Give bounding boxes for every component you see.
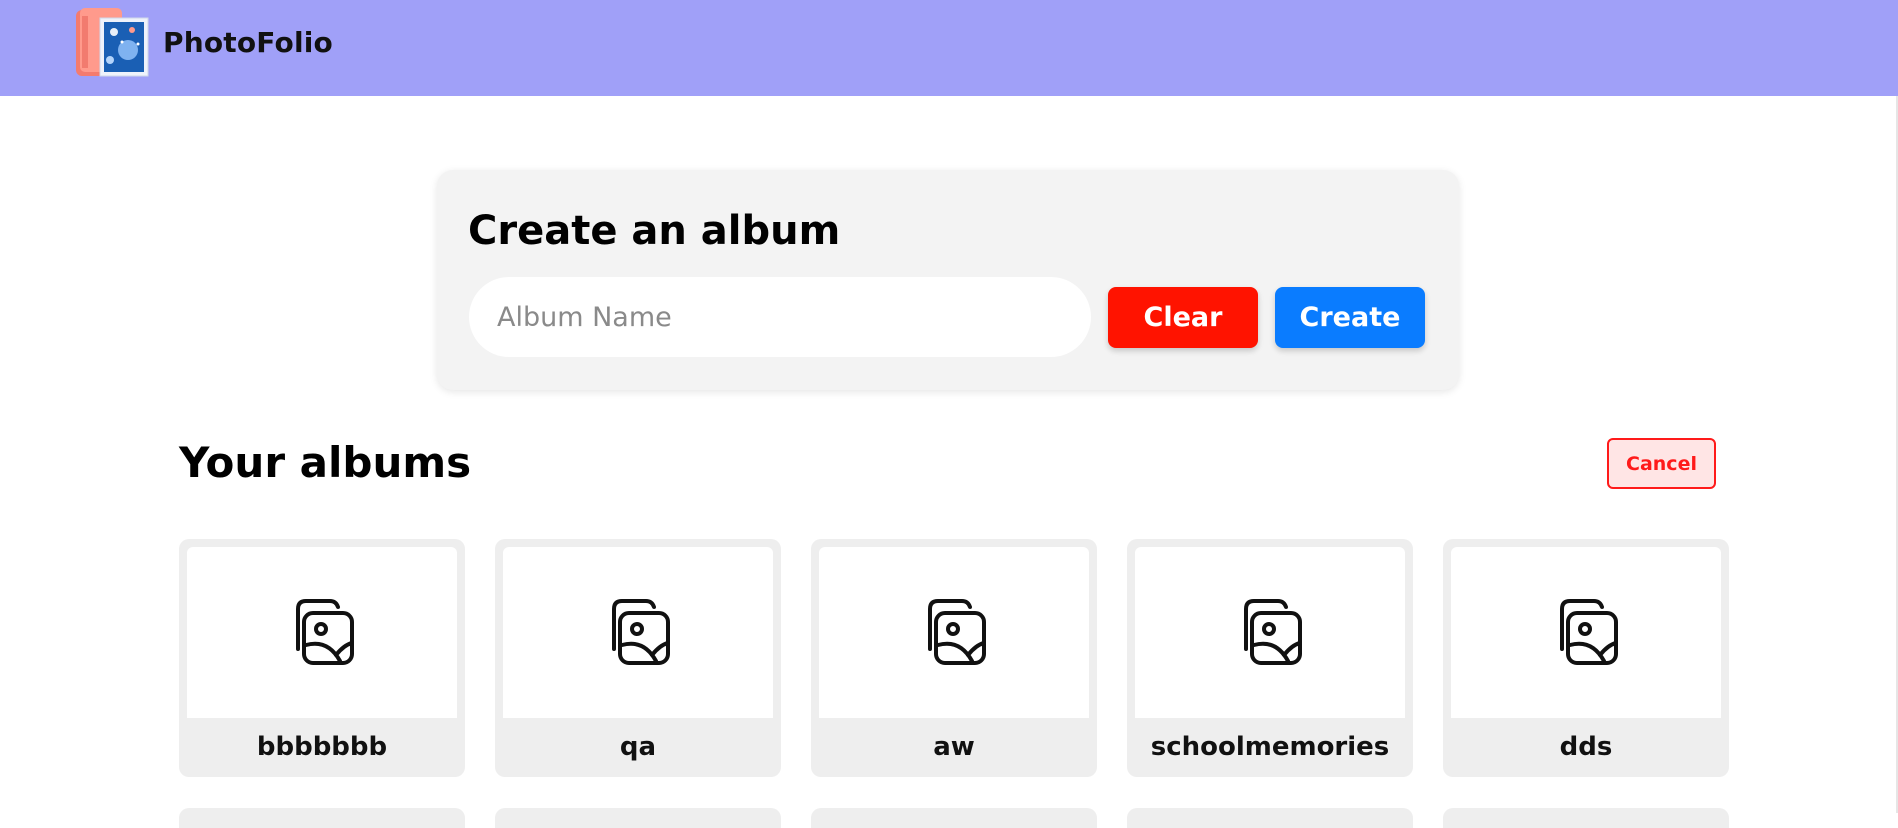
create-album-heading: Create an album <box>468 208 841 254</box>
album-name: aw <box>933 732 975 762</box>
album-card[interactable]: qa <box>495 539 781 777</box>
photo-album-logo-icon[interactable] <box>74 6 152 82</box>
album-thumbnail <box>1135 547 1405 718</box>
photos-gallery-icon <box>928 598 986 665</box>
photos-gallery-icon <box>1560 598 1618 665</box>
album-card-partial[interactable] <box>811 808 1097 828</box>
create-album-form: Create an album Clear Create <box>437 170 1459 390</box>
album-thumbnail <box>503 547 773 718</box>
album-card-partial[interactable] <box>495 808 781 828</box>
top-navbar: PhotoFolio <box>0 0 1898 96</box>
app-title: PhotoFolio <box>163 26 333 59</box>
photos-gallery-icon <box>1244 598 1302 665</box>
album-name: bbbbbbb <box>256 732 388 762</box>
album-name: qa <box>619 732 657 762</box>
clear-button[interactable]: Clear <box>1108 287 1258 348</box>
album-card[interactable]: aw <box>811 539 1097 777</box>
cancel-button[interactable]: Cancel <box>1607 438 1716 489</box>
album-grid: bbbbbbb qa aw schoolmemories dds <box>179 539 1729 828</box>
album-card[interactable]: dds <box>1443 539 1729 777</box>
photos-gallery-icon <box>296 598 354 665</box>
album-thumbnail <box>819 547 1089 718</box>
album-card-partial[interactable] <box>1127 808 1413 828</box>
album-name: schoolmemories <box>1150 732 1390 762</box>
album-thumbnail <box>187 547 457 718</box>
your-albums-heading: Your albums <box>179 438 472 487</box>
album-card[interactable]: bbbbbbb <box>179 539 465 777</box>
album-card-partial[interactable] <box>179 808 465 828</box>
create-button[interactable]: Create <box>1275 287 1425 348</box>
album-card-partial[interactable] <box>1443 808 1729 828</box>
album-name-input[interactable] <box>469 277 1091 357</box>
album-card[interactable]: schoolmemories <box>1127 539 1413 777</box>
photos-gallery-icon <box>612 598 670 665</box>
album-thumbnail <box>1451 547 1721 718</box>
album-name: dds <box>1559 732 1613 762</box>
